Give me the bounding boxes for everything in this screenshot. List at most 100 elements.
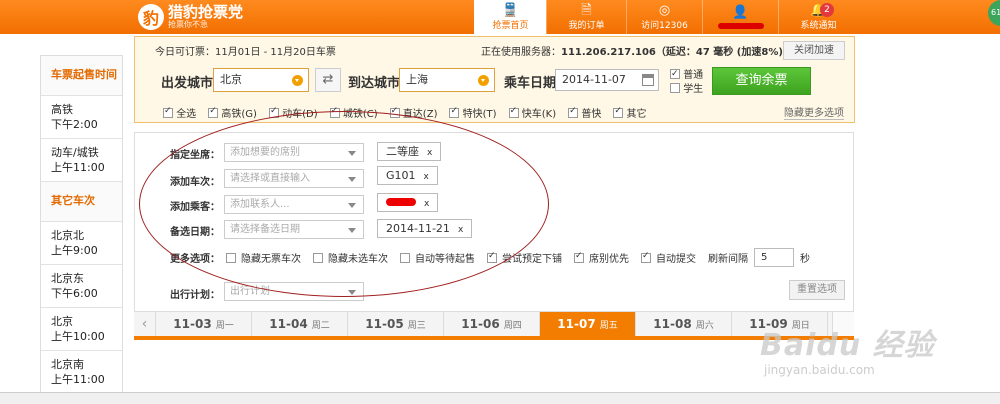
date-tab-weekday: 周六: [695, 321, 714, 331]
passenger-tag[interactable]: x: [377, 193, 439, 212]
checkbox[interactable]: [670, 67, 680, 81]
type-other[interactable]: 其它: [613, 105, 647, 120]
checkbox[interactable]: [449, 106, 460, 118]
option-auto-submit[interactable]: 自动提交: [641, 250, 696, 265]
checkbox[interactable]: [329, 106, 340, 118]
nav-12306[interactable]: ◎ 访问12306: [626, 0, 702, 34]
order-icon: 🗎: [581, 2, 592, 18]
option-auto-wait[interactable]: 自动等待起售: [400, 250, 475, 265]
seat-select[interactable]: 添加想要的席别: [224, 143, 364, 162]
option-label: 隐藏未选车次: [328, 254, 388, 265]
date-tab[interactable]: 11-08 周六: [636, 312, 732, 336]
checkbox[interactable]: [268, 106, 279, 118]
option-lower-berth[interactable]: 尝试预定下铺: [487, 250, 562, 265]
reset-options-button[interactable]: 重置选项: [789, 280, 845, 300]
date-tab[interactable]: 11-05 周三: [348, 312, 444, 336]
top-navigation-bar: 豹 猎豹抢票党 抢票你不急 🚆 抢票首页 🗎 我的订单 ◎ 访问12306 👤 …: [0, 0, 1000, 34]
to-city-input[interactable]: 上海: [399, 68, 495, 92]
sidebar-heading-other: 其它车次: [41, 182, 122, 222]
refresh-interval-input[interactable]: 5: [754, 248, 794, 267]
type-pk[interactable]: 普快: [568, 105, 601, 120]
sidebar-item-title: 北京北: [51, 229, 84, 242]
nav-orders[interactable]: 🗎 我的订单: [546, 0, 626, 34]
date-tab[interactable]: 11-09 周日: [732, 312, 828, 336]
date-tab[interactable]: 11-03 周一: [156, 312, 252, 336]
checkbox[interactable]: [208, 106, 219, 118]
type-d[interactable]: 动车(D): [268, 105, 318, 120]
checkbox[interactable]: [670, 83, 680, 93]
remove-icon[interactable]: x: [458, 225, 463, 235]
checkbox[interactable]: [568, 106, 579, 118]
next-dates-arrow-icon[interactable]: [832, 312, 854, 336]
backup-date-select[interactable]: 请选择备选日期: [224, 220, 364, 239]
passenger-label: 添加乘客：: [170, 202, 220, 213]
type-g[interactable]: 高铁(G): [208, 105, 257, 120]
type-z[interactable]: 直达(Z): [389, 105, 437, 120]
nav-user[interactable]: 👤: [702, 0, 778, 34]
date-tab[interactable]: 11-04 周二: [252, 312, 348, 336]
date-tab-date: 11-08: [653, 317, 692, 331]
travel-plan-label: 出行计划：: [170, 290, 220, 301]
type-all[interactable]: 全选: [163, 105, 196, 120]
prev-dates-arrow-icon[interactable]: ‹: [134, 312, 156, 336]
sidebar-item-title: 高铁: [51, 103, 73, 116]
option-student[interactable]: 学生: [670, 83, 703, 97]
passenger-type-options: 普通 学生: [670, 67, 704, 97]
checkbox[interactable]: [400, 252, 410, 263]
option-hide-unselected[interactable]: 隐藏未选车次: [313, 250, 388, 265]
type-t[interactable]: 特快(T): [449, 105, 497, 120]
query-tickets-button[interactable]: 查询余票: [712, 67, 811, 95]
date-tab[interactable]: 11-06 周四: [444, 312, 540, 336]
swap-cities-button[interactable]: ⇄: [315, 68, 341, 92]
type-label: 快车(K): [521, 109, 557, 120]
travel-date-label: 乘车日期: [504, 76, 557, 91]
checkbox[interactable]: [487, 251, 497, 263]
checkbox[interactable]: [389, 106, 400, 118]
dropdown-arrow-icon[interactable]: [478, 75, 489, 86]
date-tab-date: 11-05: [365, 317, 404, 331]
dropdown-arrow-icon[interactable]: [292, 75, 303, 86]
type-c[interactable]: 城铁(C): [329, 105, 378, 120]
close-acceleration-button[interactable]: 关闭加速: [783, 41, 845, 60]
checkbox[interactable]: [641, 251, 651, 263]
nav-notifications[interactable]: 🔔 系统通知 2: [778, 0, 858, 34]
option-label: 席别优先: [589, 254, 629, 265]
checkbox[interactable]: [226, 252, 236, 263]
checkbox[interactable]: [574, 251, 584, 263]
cheetah-logo-icon: 豹: [138, 4, 164, 30]
redacted-passenger-name: [386, 198, 416, 206]
seat-tag[interactable]: 二等座 x: [377, 142, 442, 161]
date-tab-date: 11-07: [557, 317, 596, 331]
travel-plan-select[interactable]: 出行计划: [224, 282, 364, 301]
checkbox[interactable]: [313, 252, 323, 263]
option-hide-sold-out[interactable]: 隐藏无票车次: [226, 250, 301, 265]
to-city-label: 到达城市: [348, 76, 401, 91]
option-seat-priority[interactable]: 席别优先: [574, 250, 629, 265]
from-city-input[interactable]: 北京: [213, 68, 309, 92]
server-status: 正在使用服务器：111.206.217.106（延迟：47 毫秒 (加速8%)）: [481, 43, 793, 58]
train-tag[interactable]: G101 x: [377, 166, 438, 185]
backup-date-tag[interactable]: 2014-11-21 x: [377, 219, 473, 238]
train-select[interactable]: 请选择或直接输入: [224, 169, 364, 188]
option-normal[interactable]: 普通: [670, 67, 704, 83]
checkbox[interactable]: [613, 106, 624, 118]
type-k[interactable]: 快车(K): [508, 105, 557, 120]
travel-date-input[interactable]: 2014-11-07: [555, 69, 659, 91]
sidebar-item-time: 上午11:00: [51, 161, 105, 174]
app-logo[interactable]: 豹 猎豹抢票党 抢票你不急: [138, 3, 243, 31]
checkbox[interactable]: [508, 106, 519, 118]
remove-icon[interactable]: x: [424, 172, 429, 182]
sidebar-item-time: 下午6:00: [51, 287, 98, 300]
app-title: 猎豹抢票党: [168, 3, 244, 21]
nav-home[interactable]: 🚆 抢票首页: [474, 0, 546, 34]
option-normal-label: 普通: [683, 70, 704, 81]
remove-icon[interactable]: x: [424, 199, 429, 209]
calendar-icon[interactable]: [642, 74, 654, 86]
checkbox[interactable]: [163, 106, 173, 118]
remove-icon[interactable]: x: [427, 148, 432, 158]
edge-floating-badge[interactable]: 61: [988, 0, 1000, 26]
passenger-select[interactable]: 添加联系人...: [224, 195, 364, 214]
option-label: 隐藏无票车次: [241, 254, 301, 265]
date-tab-active[interactable]: 11-07 周五: [540, 312, 636, 336]
hide-more-options-link[interactable]: 隐藏更多选项: [784, 104, 844, 120]
